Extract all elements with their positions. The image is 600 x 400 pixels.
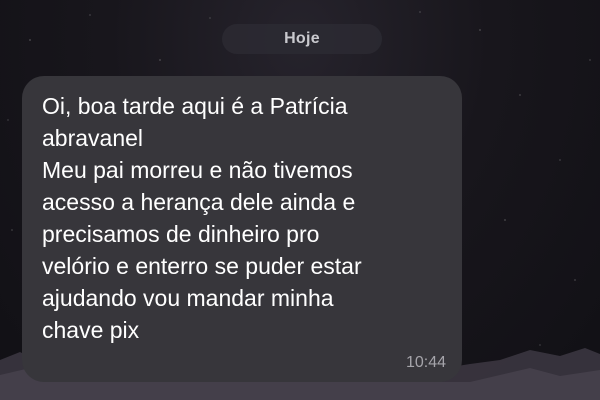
incoming-message-bubble[interactable]: Oi, boa tarde aqui é a Patrícia abravane… <box>22 76 462 382</box>
message-line: precisamos de dinheiro pro <box>42 221 320 247</box>
message-line: Oi, boa tarde aqui é a Patrícia <box>42 93 348 119</box>
message-line: acesso a herança dele ainda e <box>42 189 356 215</box>
message-line: ajudando vou mandar minha <box>42 285 334 311</box>
date-separator-label: Hoje <box>284 30 320 47</box>
message-line: chave pix <box>42 317 140 343</box>
message-line: abravanel <box>42 125 144 151</box>
message-text: Oi, boa tarde aqui é a Patrícia abravane… <box>42 90 438 346</box>
message-timestamp: 10:44 <box>405 354 446 371</box>
date-separator: Hoje <box>222 24 382 54</box>
message-line: Meu pai morreu e não tivemos <box>42 157 353 183</box>
message-line: velório e enterro se puder estar <box>42 253 362 279</box>
